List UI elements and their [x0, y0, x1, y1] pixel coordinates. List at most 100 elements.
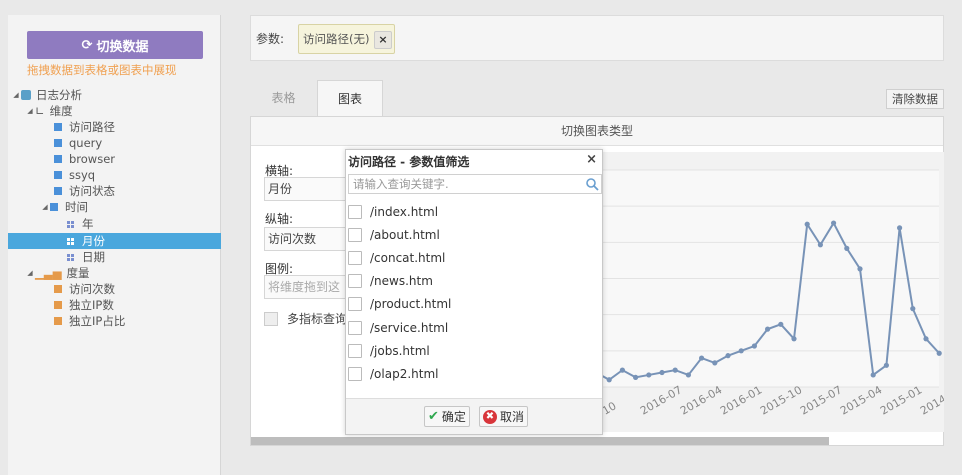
dialog-footer: ✔ 确定 ✖ 取消	[346, 398, 602, 434]
dimension-label: 访问路径	[69, 120, 115, 134]
expand-toggle-icon[interactable]: ◢	[40, 199, 50, 215]
tree-measure-item[interactable]: 独立IP占比	[54, 313, 125, 329]
data-point	[857, 266, 863, 272]
dimension-icon	[54, 139, 62, 147]
list-item[interactable]: /product.html	[348, 294, 451, 314]
data-point	[923, 336, 929, 342]
expand-toggle-icon[interactable]: ◢	[25, 265, 35, 281]
chart-area: 10 2016-07 2016-04 2016-01 2015-10 2015-07 201…	[601, 152, 944, 432]
data-point	[883, 362, 889, 368]
x-tick-label: 2015-10	[758, 383, 804, 417]
dimension-label: 访问状态	[69, 184, 115, 198]
list-item[interactable]: /jobs.html	[348, 341, 430, 361]
list-item[interactable]: /service.html	[348, 318, 448, 338]
measure-label: 独立IP数	[69, 298, 114, 312]
level-icon	[67, 253, 74, 261]
item-checkbox[interactable]	[348, 297, 362, 311]
data-point	[619, 367, 625, 373]
list-item[interactable]: /about.html	[348, 225, 440, 245]
tab-chart[interactable]: 图表	[317, 80, 383, 117]
tree-measure-item[interactable]: 访问次数	[54, 281, 115, 297]
data-point	[791, 336, 797, 342]
confirm-button[interactable]: ✔ 确定	[424, 406, 470, 427]
tree-root-label: 日志分析	[36, 88, 82, 102]
axis-icon: ∟	[35, 104, 45, 118]
data-point	[910, 306, 916, 312]
data-point	[778, 321, 784, 327]
time-group-label: 时间	[65, 200, 88, 214]
param-chip-label: 访问路径(无)	[303, 32, 370, 46]
search-input[interactable]: 请输入查询关键字.	[348, 174, 602, 194]
confirm-label: 确定	[441, 410, 466, 424]
tree-root[interactable]: ◢ 日志分析	[11, 87, 82, 103]
list-item[interactable]: /index.html	[348, 202, 438, 222]
search-placeholder: 请输入查询关键字.	[353, 177, 449, 191]
data-point	[659, 369, 665, 376]
tab-table[interactable]: 表格	[250, 80, 317, 117]
item-checkbox[interactable]	[348, 344, 362, 358]
tree-dimension-item[interactable]: browser	[54, 151, 115, 167]
cube-icon	[21, 90, 31, 100]
expand-toggle-icon[interactable]: ◢	[25, 103, 35, 119]
clear-data-button[interactable]: 清除数据	[886, 89, 944, 109]
dimension-label: browser	[69, 152, 116, 166]
remove-param-button[interactable]: ×	[374, 31, 392, 49]
search-icon	[586, 178, 599, 191]
time-item-label: 月份	[82, 234, 105, 248]
data-point	[712, 360, 718, 366]
tree-time-item[interactable]: 日期	[67, 249, 105, 265]
y-axis-label: 纵轴:	[265, 212, 294, 226]
line-chart: 10 2016-072016-042016-012015-102015-07201…	[601, 169, 944, 418]
cancel-button[interactable]: ✖ 取消	[479, 406, 529, 427]
data-point	[672, 367, 678, 373]
data-point	[870, 372, 876, 378]
tree-dimension-group[interactable]: ◢ ∟ 维度	[25, 103, 73, 119]
value-list: /index.html /about.html /concat.html /ne…	[346, 198, 602, 388]
multi-metric-toggle[interactable]: 多指标查询	[264, 310, 347, 327]
tree-dimension-item[interactable]: 访问状态	[54, 183, 115, 199]
horizontal-scrollbar[interactable]	[251, 437, 829, 445]
list-item[interactable]: /olap2.html	[348, 364, 438, 384]
data-point	[897, 225, 903, 231]
expand-toggle-icon[interactable]: ◢	[11, 87, 21, 103]
data-point	[699, 355, 705, 361]
param-bar: 参数: 访问路径(无) ×	[250, 15, 944, 61]
item-checkbox[interactable]	[348, 367, 362, 381]
item-checkbox[interactable]	[348, 205, 362, 219]
x-tick-label: 2014-10	[918, 383, 944, 417]
dimension-icon	[54, 187, 62, 195]
tree-time-item-selected[interactable]: 月份	[67, 233, 105, 249]
y-axis-dropzone[interactable]: 访问次数	[264, 227, 354, 251]
data-point	[633, 374, 639, 380]
switch-chart-type-button[interactable]: 切换图表类型	[251, 117, 943, 146]
item-label: /service.html	[370, 321, 449, 335]
x-tick-label: 2015-04	[838, 383, 884, 417]
legend-dropzone[interactable]: 将维度拖到这	[264, 275, 354, 299]
tree-dimension-item[interactable]: query	[54, 135, 102, 151]
data-point	[738, 348, 744, 354]
dimension-group-label: 维度	[49, 104, 73, 118]
tree-time-item[interactable]: 年	[67, 216, 94, 232]
item-checkbox[interactable]	[348, 228, 362, 242]
close-dialog-button[interactable]: ×	[586, 152, 597, 167]
tree-dimension-item[interactable]: ssyq	[54, 167, 95, 183]
cancel-icon: ✖	[483, 409, 497, 424]
x-axis-dropzone[interactable]: 月份	[264, 177, 354, 201]
item-checkbox[interactable]	[348, 321, 362, 335]
tree-time-group[interactable]: ◢ 时间	[40, 199, 88, 215]
tree-dimension-item[interactable]: 访问路径	[54, 119, 115, 135]
tree-measure-item[interactable]: 独立IP数	[54, 297, 114, 313]
item-checkbox[interactable]	[348, 274, 362, 288]
data-point	[725, 353, 731, 359]
switch-data-button[interactable]: ⟳ 切换数据	[27, 31, 203, 59]
param-chip[interactable]: 访问路径(无) ×	[298, 24, 395, 54]
multi-metric-label: 多指标查询	[287, 312, 348, 326]
multi-metric-checkbox[interactable]	[264, 311, 278, 326]
list-item[interactable]: /concat.html	[348, 248, 445, 268]
list-item[interactable]: /news.htm	[348, 271, 433, 291]
item-checkbox[interactable]	[348, 251, 362, 265]
dimension-label: ssyq	[69, 168, 96, 182]
item-label: /index.html	[370, 205, 439, 219]
data-point	[831, 220, 837, 226]
tree-measure-group[interactable]: ◢ ▁▃▅ 度量	[25, 265, 89, 281]
